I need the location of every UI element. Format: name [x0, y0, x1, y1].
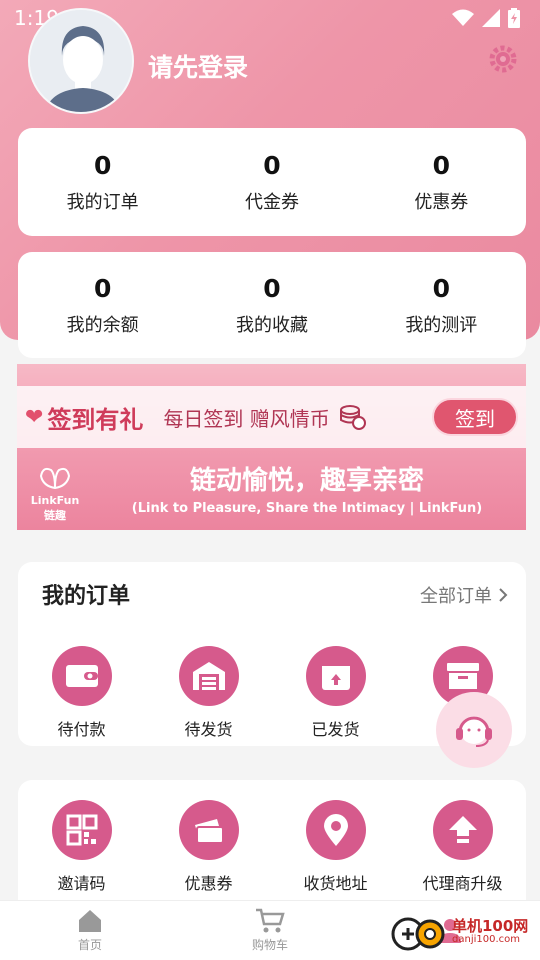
stat-label: 我的收藏	[235, 314, 308, 336]
icon-label: 优惠券	[184, 874, 233, 893]
nav-label: 首页	[77, 938, 102, 952]
service-shipping-address[interactable]: 收货地址	[272, 800, 399, 894]
chevron-right-icon	[499, 588, 508, 602]
stat-favorites[interactable]: 0 我的收藏	[187, 252, 356, 358]
location-pin-icon	[305, 800, 366, 860]
stat-reviews[interactable]: 0 我的测评	[357, 252, 526, 358]
wallet-icon	[51, 646, 112, 706]
icon-label: 收货地址	[303, 874, 368, 893]
watermark-sub: danji100.com	[452, 934, 520, 945]
nav-label: 购物车	[251, 938, 288, 952]
sign-in-subtitle: 每日签到 赠风情币	[163, 406, 330, 431]
linkfun-logo: LinkFun 链趣	[23, 464, 87, 523]
order-pending-shipment[interactable]: 待发货	[145, 646, 272, 740]
stat-my-orders[interactable]: 0 我的订单	[18, 128, 187, 236]
slogan-en: (Link to Pleasure, Share the Intimacy | …	[131, 501, 483, 516]
stat-label: 代金券	[244, 191, 299, 213]
avatar[interactable]	[28, 8, 134, 114]
stat-value: 0	[93, 273, 112, 303]
watermark-logo-icon	[391, 917, 445, 951]
headset-icon	[456, 716, 492, 747]
stat-label: 优惠券	[414, 191, 469, 213]
all-orders-link[interactable]: 全部订单	[420, 582, 508, 608]
stat-value: 0	[432, 273, 451, 303]
icon-label: 邀请码	[57, 874, 106, 893]
customer-service-button[interactable]	[436, 692, 512, 768]
logo-text: LinkFun	[30, 494, 80, 507]
stat-label: 我的订单	[66, 191, 139, 213]
stat-value: 0	[432, 150, 451, 180]
home-icon	[79, 910, 101, 932]
cart-icon	[256, 908, 285, 933]
order-shipped[interactable]: 已发货	[272, 646, 399, 740]
slogan: 链动愉悦，趣享亲密 (Link to Pleasure, Share the I…	[97, 460, 517, 516]
stat-balance[interactable]: 0 我的余额	[18, 252, 187, 358]
stat-value: 0	[93, 150, 112, 180]
stats-card-top: 0 我的订单 0 代金券 0 优惠券	[18, 128, 526, 236]
service-invite-code[interactable]: 邀请码	[18, 800, 145, 894]
services-card: 邀请码 优惠券 收货地址 代理商升级	[18, 780, 526, 910]
stat-label: 我的余额	[66, 314, 139, 336]
qr-code-icon	[51, 800, 112, 860]
nav-cart[interactable]: 购物车	[180, 901, 360, 960]
icon-label: 待发货	[184, 720, 233, 739]
icon-label: 待付款	[57, 720, 106, 739]
logo-text-cn: 链趣	[44, 509, 66, 522]
sign-in-button[interactable]: 签到	[432, 398, 518, 436]
slogan-cn: 链动愉悦，趣享亲密	[189, 466, 424, 496]
orders-title: 我的订单	[42, 584, 131, 609]
watermark-text: 单机100网	[452, 917, 529, 935]
heart-icon: ❤	[25, 404, 44, 430]
stat-label: 我的测评	[405, 314, 478, 336]
stat-value: 0	[263, 150, 281, 180]
login-prompt[interactable]: 请先登录	[148, 48, 248, 84]
stat-coupons[interactable]: 0 优惠券	[357, 128, 526, 236]
shipped-box-icon	[305, 646, 366, 706]
nav-home[interactable]: 首页	[0, 901, 180, 960]
warehouse-icon	[178, 646, 239, 706]
icon-label: 代理商升级	[422, 874, 503, 893]
order-pending-payment[interactable]: 待付款	[18, 646, 145, 740]
linkfun-logo-icon	[39, 467, 71, 490]
default-avatar-icon	[30, 10, 132, 112]
settings-gear-icon[interactable]	[488, 44, 518, 74]
sign-in-banner[interactable]: ❤ 签到有礼 每日签到 赠风情币 签到 LinkFun 链趣 链动愉悦，趣享亲密…	[17, 364, 526, 530]
status-icons	[452, 8, 520, 28]
service-agent-upgrade[interactable]: 代理商升级	[399, 800, 526, 894]
stats-card-bottom: 0 我的余额 0 我的收藏 0 我的测评	[18, 252, 526, 358]
icon-label: 已发货	[311, 720, 360, 739]
coin-stack-icon	[339, 405, 366, 430]
all-orders-label: 全部订单	[420, 586, 492, 607]
battery-icon	[508, 8, 520, 28]
signal-icon	[482, 9, 500, 27]
service-coupons[interactable]: 优惠券	[145, 800, 272, 894]
upgrade-arrow-icon	[432, 800, 493, 860]
watermark: 单机100网 danji100.com	[390, 912, 528, 952]
wifi-icon	[452, 9, 474, 26]
coupon-icon	[178, 800, 239, 860]
stat-vouchers[interactable]: 0 代金券	[187, 128, 356, 236]
sign-in-title: 签到有礼	[47, 405, 144, 434]
stat-value: 0	[263, 273, 281, 303]
sign-in-bar: ❤ 签到有礼 每日签到 赠风情币 签到	[17, 386, 526, 448]
